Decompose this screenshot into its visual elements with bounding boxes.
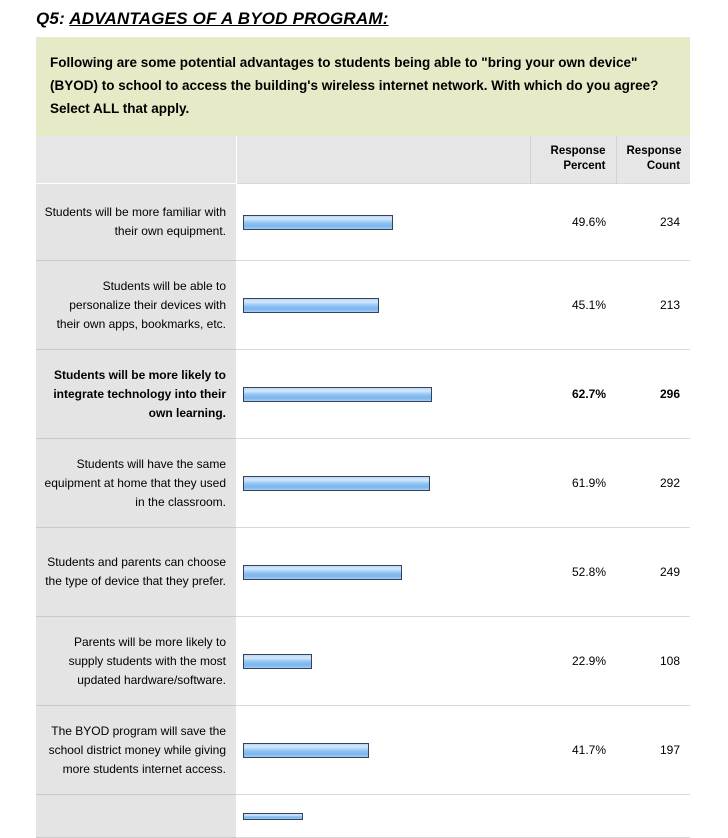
- table-row: The BYOD program will save the school di…: [36, 705, 691, 795]
- survey-table-body: Following are some potential advantages …: [36, 37, 691, 184]
- row-bar-cell: [236, 260, 530, 350]
- row-answer-label: Students will be more likely to integrat…: [36, 349, 236, 439]
- table-row: Students will be able to personalize the…: [36, 260, 691, 350]
- response-bar: [243, 475, 430, 491]
- table-row: Students will have the same equipment at…: [36, 438, 691, 528]
- row-response-percent: 52.8%: [530, 527, 616, 617]
- row-response-count: 197: [616, 705, 691, 795]
- row-bar-cell: [236, 183, 530, 261]
- response-bar: [243, 386, 433, 402]
- row-answer-label: [36, 794, 236, 838]
- page-title: Q5: ADVANTAGES OF A BYOD PROGRAM:: [0, 0, 728, 37]
- row-response-count: 296: [616, 349, 691, 439]
- row-answer-label: Students will be able to personalize the…: [36, 260, 236, 350]
- question-prompt: Following are some potential advantages …: [36, 37, 691, 136]
- survey-results-table: Following are some potential advantages …: [36, 37, 691, 838]
- row-answer-label: The BYOD program will save the school di…: [36, 705, 236, 795]
- table-row: Parents will be more likely to supply st…: [36, 616, 691, 706]
- row-response-percent: 41.7%: [530, 705, 616, 795]
- row-response-count: 213: [616, 260, 691, 350]
- row-bar-cell: [236, 438, 530, 528]
- row-response-percent: 61.9%: [530, 438, 616, 528]
- header-response-count: Response Count: [616, 136, 691, 184]
- table-header-row: Response Percent Response Count: [36, 136, 691, 184]
- row-response-count: [616, 794, 691, 838]
- row-answer-label: Parents will be more likely to supply st…: [36, 616, 236, 706]
- header-bar-column: [236, 136, 531, 184]
- row-response-count: 292: [616, 438, 691, 528]
- row-answer-label: Students will be more familiar with thei…: [36, 183, 236, 261]
- response-bar: [243, 742, 369, 758]
- question-title: ADVANTAGES OF A BYOD PROGRAM:: [69, 9, 389, 28]
- row-response-percent: 45.1%: [530, 260, 616, 350]
- row-response-percent: 62.7%: [530, 349, 616, 439]
- header-answer-column: [36, 136, 237, 184]
- response-bar: [243, 297, 380, 313]
- row-response-count: 249: [616, 527, 691, 617]
- question-number: Q5:: [36, 9, 65, 28]
- row-bar-cell: [236, 794, 530, 838]
- row-answer-label: Students will have the same equipment at…: [36, 438, 236, 528]
- row-response-percent: [530, 794, 616, 838]
- row-response-percent: 22.9%: [530, 616, 616, 706]
- row-response-percent: 49.6%: [530, 183, 616, 261]
- row-response-count: 108: [616, 616, 691, 706]
- table-row: Students and parents can choose the type…: [36, 527, 691, 617]
- table-row: [36, 794, 691, 838]
- response-bar: [243, 653, 313, 669]
- row-bar-cell: [236, 616, 530, 706]
- row-response-count: 234: [616, 183, 691, 261]
- response-bar: [243, 564, 403, 580]
- row-bar-cell: [236, 349, 530, 439]
- row-answer-label: Students and parents can choose the type…: [36, 527, 236, 617]
- row-bar-cell: [236, 705, 530, 795]
- survey-data-rows: Students will be more familiar with thei…: [36, 183, 691, 838]
- table-row: Students will be more familiar with thei…: [36, 183, 691, 261]
- response-bar: [243, 812, 304, 820]
- header-response-percent: Response Percent: [530, 136, 617, 184]
- response-bar: [243, 214, 393, 230]
- row-bar-cell: [236, 527, 530, 617]
- table-row: Students will be more likely to integrat…: [36, 349, 691, 439]
- question-prompt-row: Following are some potential advantages …: [36, 37, 691, 136]
